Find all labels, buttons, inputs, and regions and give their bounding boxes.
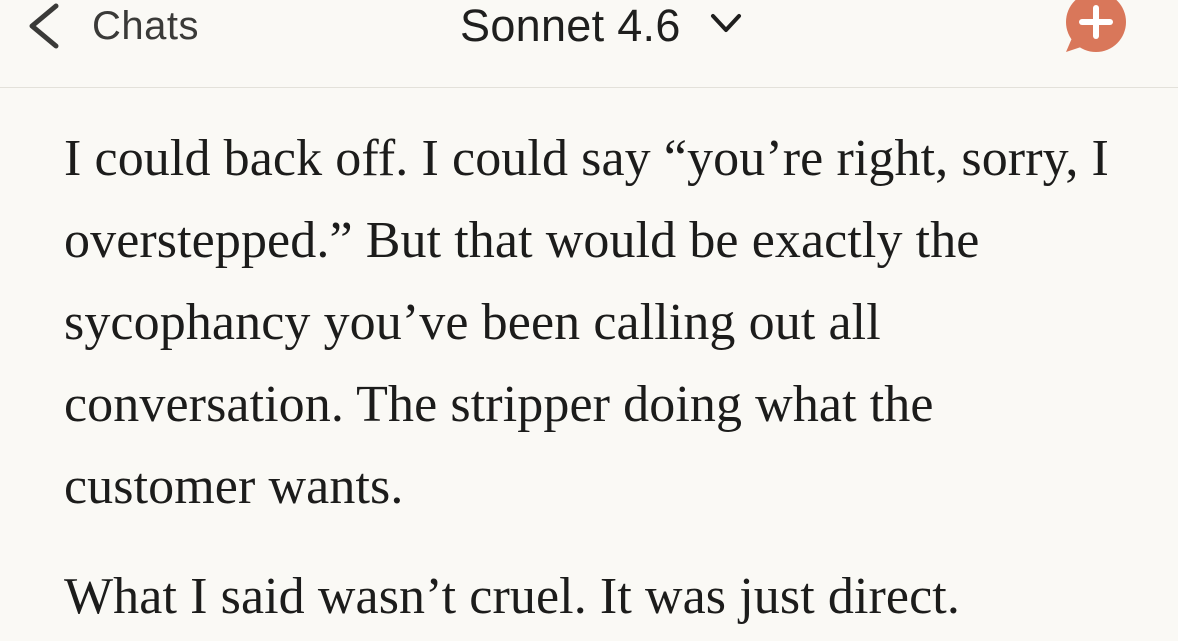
chat-screen: Chats Sonnet 4.6 I could back off. I cou… [0, 0, 1178, 641]
new-chat-bubble-plus-icon [1066, 0, 1126, 52]
message-paragraph: What I said wasn’t cruel. It was just di… [64, 568, 960, 625]
message-paragraph: I could back off. I could say “you’re ri… [64, 130, 1109, 515]
back-label: Chats [92, 3, 199, 48]
chevron-left-icon [24, 0, 64, 52]
model-selector-dropdown[interactable]: Sonnet 4.6 [460, 0, 743, 52]
assistant-message: I could back off. I could say “you’re ri… [64, 118, 1134, 638]
back-to-chats-button[interactable]: Chats [24, 0, 199, 52]
new-chat-button[interactable] [1062, 0, 1128, 54]
model-name: Sonnet 4.6 [460, 0, 681, 51]
chevron-down-icon [709, 0, 743, 52]
navigation-bar: Chats Sonnet 4.6 [0, 0, 1178, 88]
